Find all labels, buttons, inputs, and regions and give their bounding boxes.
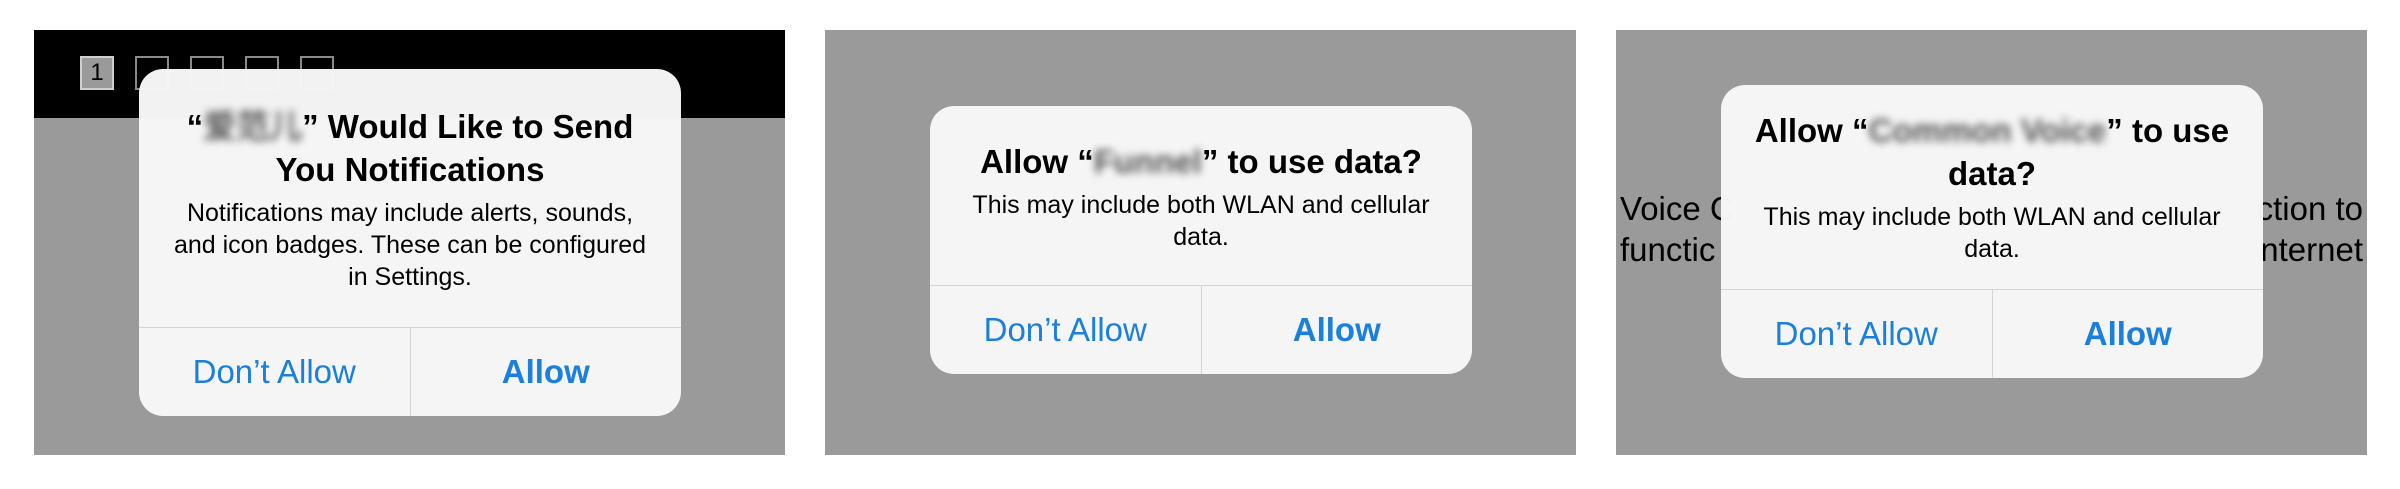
alert-title-prefix: Allow “ bbox=[980, 143, 1094, 180]
page-indicator-item[interactable]: 1 bbox=[80, 56, 114, 90]
data-permission-alert: Allow “Common Voice” to use data? This m… bbox=[1721, 85, 2263, 378]
alert-message: Notifications may include alerts, sounds… bbox=[173, 199, 647, 291]
screenshot-panel-data-common-voice: Voice C functic ction to nternet Allow “… bbox=[1616, 30, 2367, 455]
allow-button[interactable]: Allow bbox=[1200, 286, 1473, 374]
alert-app-name: Common Voice bbox=[1868, 112, 2107, 149]
background-text-line: nternet bbox=[2260, 231, 2363, 268]
background-text-line: Voice C bbox=[1620, 190, 1734, 227]
background-text-line: ction to bbox=[2256, 190, 2363, 227]
alert-title-suffix: ” to use data? bbox=[1201, 143, 1422, 180]
alert-title-prefix: “ bbox=[186, 108, 204, 145]
dont-allow-button[interactable]: Don’t Allow bbox=[139, 328, 410, 416]
dont-allow-button[interactable]: Don’t Allow bbox=[930, 286, 1201, 374]
dont-allow-button[interactable]: Don’t Allow bbox=[1721, 290, 1992, 378]
screenshot-panel-data-funnel: Allow “Funnel” to use data? This may inc… bbox=[825, 30, 1576, 455]
alert-title-suffix: ” Would Like to Send You Notifications bbox=[275, 108, 634, 188]
allow-button[interactable]: Allow bbox=[409, 328, 682, 416]
alert-title: Allow “Common Voice” to use data? bbox=[1749, 109, 2235, 195]
alert-app-name: Funnel bbox=[1093, 143, 1202, 180]
data-permission-alert: Allow “Funnel” to use data? This may inc… bbox=[930, 106, 1472, 374]
allow-button[interactable]: Allow bbox=[1991, 290, 2264, 378]
screenshot-panel-notifications: 1 “爱范儿” Would Like to Send You Notificat… bbox=[34, 30, 785, 455]
alert-app-name: 爱范儿 bbox=[203, 108, 303, 145]
background-text-line: functic bbox=[1620, 231, 1716, 268]
alert-title-prefix: Allow “ bbox=[1754, 112, 1869, 149]
alert-message: This may include both WLAN and cellular … bbox=[1763, 203, 2221, 263]
notification-permission-alert: “爱范儿” Would Like to Send You Notificatio… bbox=[139, 69, 681, 416]
alert-message: This may include both WLAN and cellular … bbox=[972, 191, 1430, 251]
alert-title: Allow “Funnel” to use data? bbox=[958, 140, 1444, 183]
alert-title: “爱范儿” Would Like to Send You Notificatio… bbox=[167, 105, 653, 191]
